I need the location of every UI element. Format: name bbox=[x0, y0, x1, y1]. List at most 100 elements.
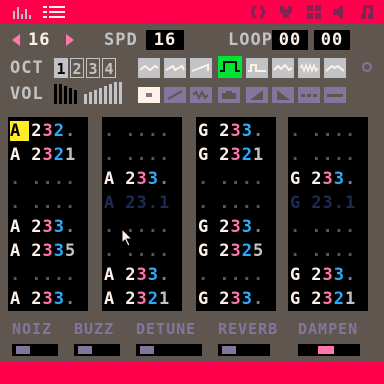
note-line[interactable]: A 2335 bbox=[10, 241, 88, 261]
octave-option-3[interactable]: 3 bbox=[86, 58, 100, 78]
note-line[interactable]: ..... bbox=[290, 145, 368, 165]
filter-knob[interactable] bbox=[318, 346, 334, 354]
sfx-number[interactable]: 16 bbox=[28, 30, 50, 50]
octave-option-4[interactable]: 4 bbox=[102, 58, 116, 78]
note-line[interactable]: A 23.1 bbox=[104, 193, 182, 213]
note-octave: 2 bbox=[219, 241, 231, 261]
waveform-saw-button[interactable] bbox=[190, 58, 212, 78]
channel-2[interactable]: .......... A 233. A 23.1.......... A 233. A 2321 bbox=[102, 117, 182, 311]
note-octave: . bbox=[31, 193, 43, 213]
next-sfx-arrow-icon[interactable] bbox=[66, 34, 74, 46]
note-line[interactable]: ..... bbox=[104, 241, 182, 261]
note-line[interactable]: G 233. bbox=[290, 265, 368, 285]
effect-slide-button[interactable] bbox=[164, 87, 186, 103]
filter-buzz-label: BUZZ bbox=[74, 320, 115, 338]
note-volume: 3 bbox=[53, 289, 65, 309]
note-line[interactable]: ..... bbox=[104, 121, 182, 141]
note-line[interactable]: A 233. bbox=[10, 289, 88, 309]
loop-end-input[interactable]: 00 bbox=[314, 30, 350, 50]
note-name: G bbox=[290, 169, 302, 189]
note-effect: . bbox=[345, 121, 357, 141]
sfx-editor-icon[interactable] bbox=[330, 4, 350, 20]
note-effect: . bbox=[253, 265, 265, 285]
note-volume: 3 bbox=[333, 265, 345, 285]
filter-detune-slider[interactable] bbox=[136, 344, 202, 356]
note-line[interactable]: A 2321 bbox=[10, 145, 88, 165]
note-line[interactable]: ..... bbox=[290, 217, 368, 237]
effect-vibrato-button[interactable] bbox=[190, 87, 212, 103]
pitch-mode-icon[interactable] bbox=[12, 4, 36, 20]
filter-noiz-slider[interactable] bbox=[12, 344, 58, 356]
channel-3[interactable]: G 233. G 2321.......... G 233. G 2325..... G 233. bbox=[196, 117, 276, 311]
note-line[interactable]: A 233. bbox=[104, 265, 182, 285]
effect-none-button[interactable] bbox=[138, 87, 160, 103]
note-effect: . bbox=[65, 121, 77, 141]
note-line[interactable]: ..... bbox=[290, 241, 368, 261]
channel-4[interactable]: .......... G 233. G 23.1.......... G 233. G 2321 bbox=[288, 117, 368, 311]
note-line[interactable]: G 2321 bbox=[290, 289, 368, 309]
tracker-mode-icon[interactable] bbox=[42, 4, 68, 20]
note-line[interactable]: ..... bbox=[198, 193, 276, 213]
note-line[interactable]: G 2325 bbox=[198, 241, 276, 261]
effect-fade-out-button[interactable] bbox=[272, 87, 294, 103]
note-line[interactable]: ..... bbox=[10, 265, 88, 285]
filter-buzz-slider[interactable] bbox=[74, 344, 120, 356]
filter-knob[interactable] bbox=[16, 346, 30, 354]
waveform-triangle-button[interactable] bbox=[138, 58, 160, 78]
code-editor-icon[interactable] bbox=[248, 4, 268, 20]
waveform-noise-button[interactable] bbox=[298, 58, 320, 78]
note-effect: . bbox=[345, 241, 357, 261]
note-instrument: 3 bbox=[230, 145, 242, 165]
note-line[interactable]: ..... bbox=[104, 217, 182, 237]
note-line[interactable]: ..... bbox=[10, 193, 88, 213]
note-octave: 2 bbox=[125, 193, 137, 213]
waveform-phaser-button[interactable] bbox=[324, 58, 346, 78]
octave-option-2[interactable]: 2 bbox=[70, 58, 84, 78]
note-line[interactable]: G 23.1 bbox=[290, 193, 368, 213]
waveform-square-button[interactable] bbox=[218, 56, 242, 78]
prev-sfx-arrow-icon[interactable] bbox=[12, 34, 20, 46]
note-volume: . bbox=[53, 193, 65, 213]
effect-drop-button[interactable] bbox=[218, 87, 240, 103]
note-volume: . bbox=[241, 193, 253, 213]
note-instrument: 3 bbox=[42, 217, 54, 237]
loop-start-input[interactable]: 00 bbox=[272, 30, 308, 50]
note-instrument: . bbox=[136, 121, 148, 141]
filter-dampen-slider[interactable] bbox=[298, 344, 360, 356]
note-line[interactable]: ..... bbox=[290, 121, 368, 141]
map-editor-icon[interactable] bbox=[304, 4, 324, 20]
waveform-tilted-saw-button[interactable] bbox=[164, 58, 186, 78]
note-line[interactable]: ..... bbox=[198, 265, 276, 285]
note-instrument: . bbox=[322, 241, 334, 261]
sprite-editor-icon[interactable] bbox=[276, 4, 296, 20]
waveform-organ-button[interactable] bbox=[272, 58, 294, 78]
note-instrument: 3 bbox=[136, 265, 148, 285]
note-line[interactable]: G 233. bbox=[198, 121, 276, 141]
note-line[interactable]: ..... bbox=[198, 169, 276, 189]
note-line[interactable]: ..... bbox=[10, 169, 88, 189]
effect-arp-fast-button[interactable] bbox=[298, 87, 320, 103]
note-line[interactable]: ..... bbox=[104, 145, 182, 165]
custom-instrument-icon[interactable] bbox=[362, 62, 372, 72]
note-line[interactable]: G 233. bbox=[290, 169, 368, 189]
music-editor-icon[interactable] bbox=[358, 4, 378, 20]
filter-knob[interactable] bbox=[222, 346, 236, 354]
effect-fade-in-button[interactable] bbox=[246, 87, 268, 103]
channel-1[interactable]: A 232. A 2321.......... A 233. A 2335..... A 233. bbox=[8, 117, 88, 311]
volume-slider[interactable] bbox=[54, 82, 126, 106]
sfx-editor: 16 SPD 16 LOOP 00 00 OCT 1 2 3 4 VOL A 2… bbox=[0, 0, 384, 384]
note-line[interactable]: G 233. bbox=[198, 217, 276, 237]
note-line[interactable]: A 2321 bbox=[104, 289, 182, 309]
note-line[interactable]: A 233. bbox=[10, 217, 88, 237]
speed-input[interactable]: 16 bbox=[146, 30, 184, 50]
note-line[interactable]: A 233. bbox=[104, 169, 182, 189]
note-line[interactable]: G 233. bbox=[198, 289, 276, 309]
filter-knob[interactable] bbox=[78, 346, 92, 354]
filter-reverb-slider[interactable] bbox=[218, 344, 270, 356]
filter-knob[interactable] bbox=[140, 346, 154, 354]
effect-arp-slow-button[interactable] bbox=[324, 87, 346, 103]
note-line[interactable]: G 2321 bbox=[198, 145, 276, 165]
octave-option-1[interactable]: 1 bbox=[54, 58, 68, 78]
note-line[interactable]: A 232. bbox=[10, 121, 88, 141]
waveform-pulse-button[interactable] bbox=[246, 58, 268, 78]
